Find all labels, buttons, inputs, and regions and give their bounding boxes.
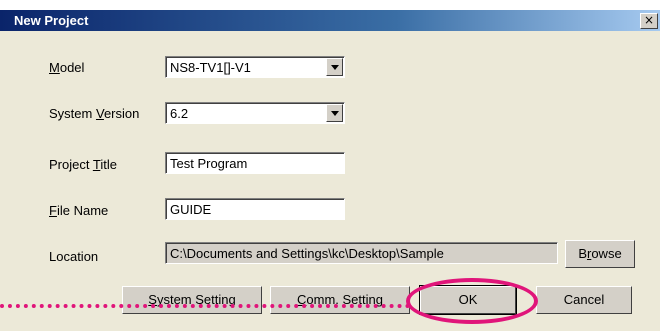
close-icon[interactable]: ×	[640, 13, 658, 29]
cancel-button[interactable]: Cancel	[536, 286, 632, 314]
browse-button[interactable]: Browse	[565, 240, 635, 268]
model-value: NS8-TV1[]-V1	[170, 60, 251, 75]
system-setting-button[interactable]: System Setting	[122, 286, 262, 314]
location-field: C:\Documents and Settings\kc\Desktop\Sam…	[165, 242, 558, 264]
chevron-down-icon[interactable]	[326, 104, 343, 122]
annotation-highlight-circle	[406, 278, 538, 324]
annotation-dotted-line	[0, 304, 410, 308]
project-title-label: Project Title	[49, 157, 117, 172]
file-name-label: File Name	[49, 203, 109, 218]
system-version-value: 6.2	[170, 106, 189, 121]
comm-setting-button[interactable]: Comm. Setting	[270, 286, 410, 314]
window-title: New Project	[14, 13, 89, 28]
project-title-input[interactable]: Test Program	[165, 152, 345, 174]
model-label: Model	[49, 60, 85, 75]
system-version-label: System Version	[49, 106, 140, 121]
new-project-dialog: New Project × Model NS8-TV1[]-V1 System …	[0, 10, 660, 331]
title-bar[interactable]: New Project ×	[0, 10, 660, 31]
file-name-input[interactable]: GUIDE	[165, 198, 345, 220]
location-label: Location	[49, 249, 99, 264]
model-dropdown[interactable]: NS8-TV1[]-V1	[165, 56, 345, 78]
system-version-dropdown[interactable]: 6.2	[165, 102, 345, 124]
chevron-down-icon[interactable]	[326, 58, 343, 76]
